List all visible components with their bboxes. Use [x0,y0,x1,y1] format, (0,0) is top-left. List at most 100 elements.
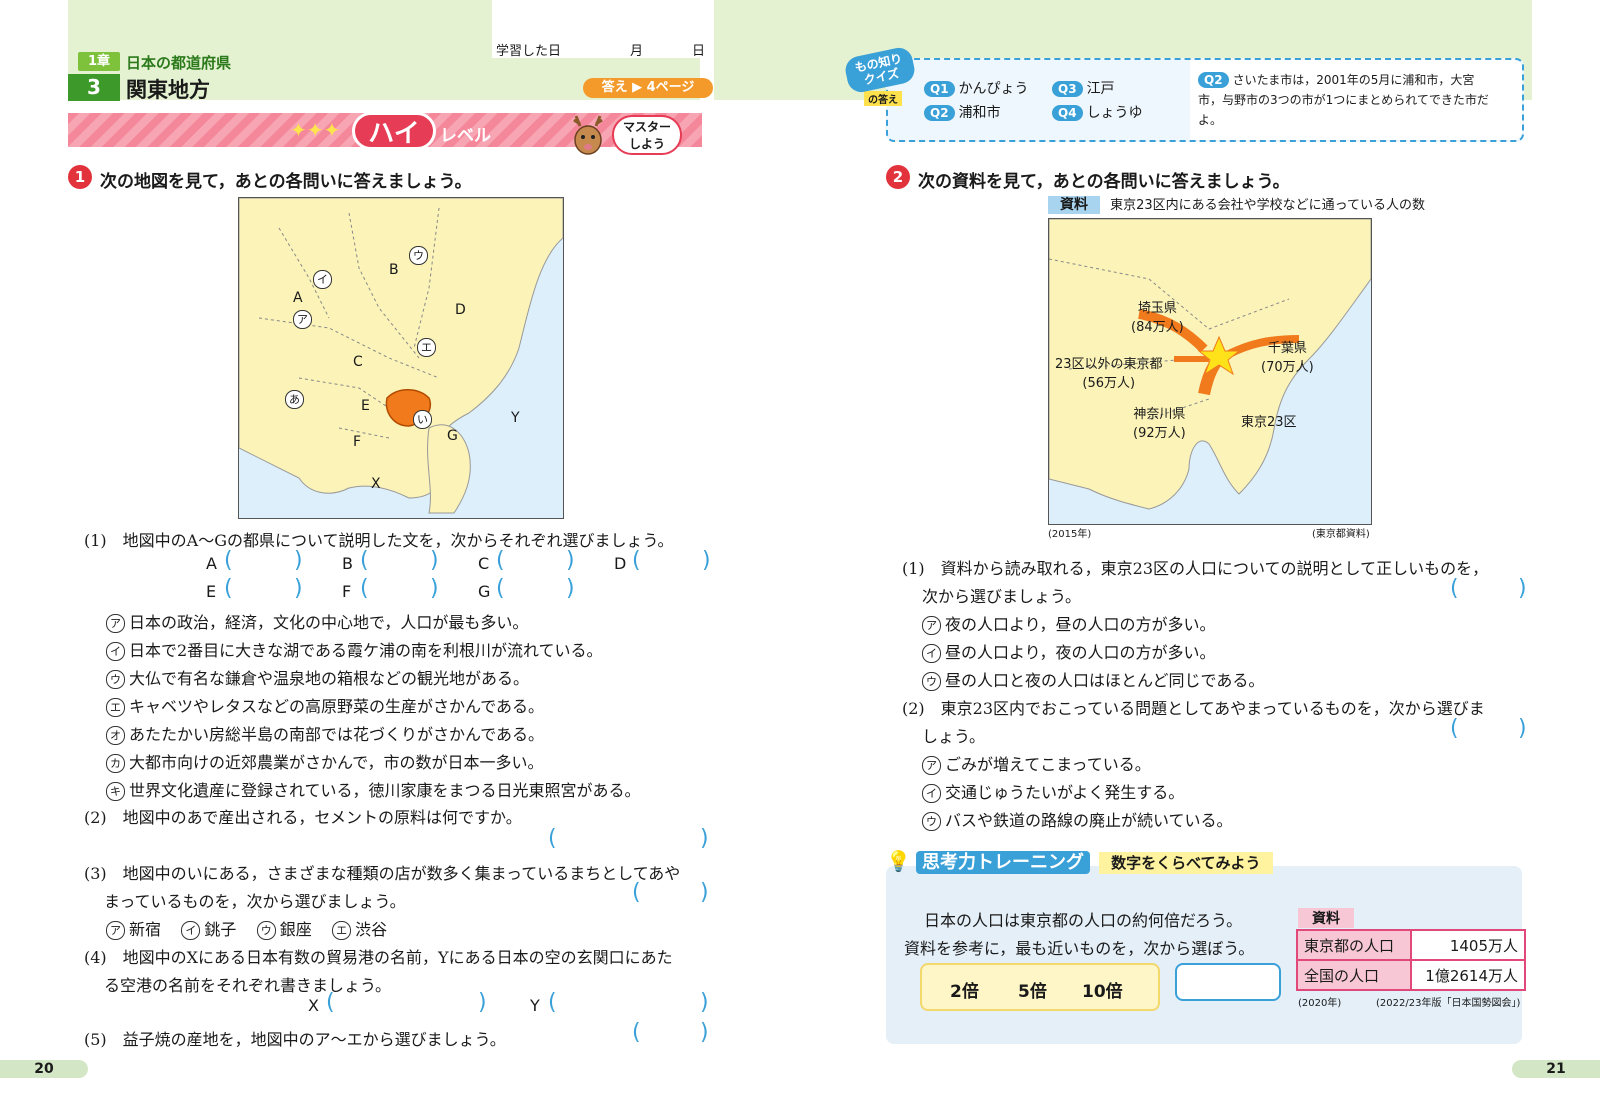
badge-line3: の答え [864,91,902,106]
quiz-badge-label: もの知り クイズ [843,45,917,95]
thinking-answer-field[interactable] [1175,963,1281,1001]
slot-b-close: ) [430,548,439,573]
option-text: バスや鉄道の路線の廃止が続いている。 [945,811,1233,830]
option-mark: カ [106,754,125,773]
slot-f-open[interactable]: ( [360,576,369,601]
slot-d-close: ) [702,548,711,573]
explain-line1: さいたま市は，2001年の5月に浦和市，大宮 [1232,73,1475,87]
slot-g-label: G [478,582,491,601]
table-cell-label: 全国の人口 [1296,959,1412,991]
master-speech-bubble: マスター しよう [612,115,682,155]
q2-sub1-line2: 次から選びましょう。 [922,587,1082,606]
sub4-y-close: ) [700,990,709,1015]
sub2-answer-close: ) [700,826,709,851]
question-1-number: 1 [68,165,92,189]
explain-line2: 市，与野市の3つの市が1つにまとめられてできた市だ [1198,93,1489,107]
q2-sub2-option: ウバスや鉄道の路線の廃止が続いている。 [922,807,1233,831]
option-text: 新宿 [129,920,162,939]
sub4-x-open[interactable]: ( [326,990,335,1015]
chapter-badge: 1章 [78,52,120,71]
population-table: 東京都の人口 1405万人 全国の人口 1億2614万人 [1296,929,1526,991]
option-mark: イ [106,642,125,661]
quiz-answer-q3: Q3 江戸 [1052,78,1115,98]
thinking-subtitle: 数字をくらべてみよう [1099,852,1273,874]
option-mark: ウ [106,670,125,689]
choice-2x[interactable]: 2倍 [950,977,979,1002]
q2-sub1-option: ア夜の人口より，昼の人口の方が多い。 [922,611,1216,635]
option-text: 銀座 [279,920,312,939]
option-mark: ア [106,921,125,940]
saitama-count: (84万人) [1131,320,1184,335]
option-text: キャベツやレタスなどの高原野菜の生産がさかんである。 [129,697,545,716]
sub2-answer-open[interactable]: ( [548,826,557,851]
map-label-e: E [361,398,370,414]
master-line1: マスター [622,120,671,134]
sub5-answer-close: ) [700,1020,709,1045]
study-date-box: 学習した日 月 日 [492,0,714,59]
option-text: 大仏で有名な鎌倉や温泉地の箱根などの観光地がある。 [129,669,530,688]
option-mark: ウ [922,812,941,831]
map-marker-u: ウ [409,246,428,265]
option-mark: ア [106,614,125,633]
sub4-y-label: Y [530,996,540,1015]
q1-option: イ日本で2番目に大きな湖である霞ケ浦の南を利根川が流れている。 [106,637,603,661]
kanto-map: A B C D E F G X Y ア イ ウ エ あ い [238,197,564,519]
sub5-answer-open[interactable]: ( [632,1020,641,1045]
option-text: 日本の政治，経済，文化の中心地で，人口が最も多い。 [129,613,529,632]
quiz-answer-box: Q1 かんぴょう Q3 江戸 Q2 浦和市 Q4 しょうゆ Q2 さいたま市は，2001年… [886,58,1524,142]
q1-option: ア日本の政治，経済，文化の中心地で，人口が最も多い。 [106,609,528,633]
q1-sub1: (1) 地図中のA～Gの都県について説明した文を，次からそれぞれ選びましょう。 [84,531,674,550]
slot-e-close: ) [294,576,303,601]
thinking-header: 💡 思考力トレーニング 数字をくらべてみよう [886,848,1273,874]
slot-c-open[interactable]: ( [496,548,505,573]
deer-mascot-icon [573,115,603,155]
sub3-answer-open[interactable]: ( [632,880,641,905]
table-cell-value: 1405万人 [1410,929,1526,961]
map-label-y: Y [511,410,520,426]
q1-option: オあたたかい房総半島の南部では花づくりがさかんである。 [106,721,544,745]
q1-sub2: (2) 地図中のあで産出される，セメントの原料は何ですか。 [84,808,522,827]
quiz-q-pill: Q2 [924,105,955,121]
q2-sub1-line1: (1) 資料から読み取れる，東京23区の人口についての説明として正しいものを， [902,559,1489,578]
question-2-instruction: 次の資料を見て，あとの各問いに答えましょう。 [918,172,1290,192]
choice-5x[interactable]: 5倍 [1018,977,1047,1002]
sub3-answer-close: ) [700,880,709,905]
level-label: レベル [440,126,491,146]
label-tokyo-other: 23区以外の東京都 (56万人) [1055,353,1163,391]
map-marker-e: エ [417,338,436,357]
option-mark: ウ [922,672,941,691]
map-label-g: G [447,428,458,444]
shiryo-header: 資料 東京23区内にある会社や学校などに通っている人の数 [1048,194,1425,214]
kanto-map-graphic [239,198,563,514]
quiz-answer-text: 江戸 [1086,81,1115,97]
slot-b-open[interactable]: ( [360,548,369,573]
page-number-right: 21 [1512,1060,1600,1078]
slot-g-open[interactable]: ( [496,576,505,601]
q1-option: ウ大仏で有名な鎌倉や温泉地の箱根などの観光地がある。 [106,665,529,689]
slot-e-open[interactable]: ( [224,576,233,601]
option-text: ごみが増えてこまっている。 [945,755,1151,774]
map2-year-note: (2015年) [1048,529,1092,540]
q2-sub2-option: アごみが増えてこまっている。 [922,751,1151,775]
question-1-instruction: 次の地図を見て，あとの各問いに答えましょう。 [100,172,472,192]
label-kanagawa: 神奈川県 (92万人) [1133,403,1186,441]
option-mark: キ [106,782,125,801]
q2-sub2-answer-open[interactable]: ( [1450,716,1459,741]
q1-sub3-options: ア新宿 イ銚子 ウ銀座 エ渋谷 [106,916,387,940]
chiba-name: 千葉県 [1267,341,1307,356]
map-label-d: D [455,302,466,318]
answer-page-link[interactable]: 答え ▶ 4ページ [583,78,713,98]
option-text: 交通じゅうたいがよく発生する。 [945,783,1185,802]
sparkle-icon: ✦✦✦ [290,118,341,142]
table-cell-value: 1億2614万人 [1410,959,1526,991]
map-marker-i: イ [313,270,332,289]
option-text: 大都市向けの近郊農業がさかんで，市の数が日本一多い。 [129,753,544,772]
sub4-y-open[interactable]: ( [548,990,557,1015]
q2-sub1-answer-close: ) [1518,576,1527,601]
q2-sub1-option: ウ昼の人口と夜の人口はほとんど同じである。 [922,667,1264,691]
q2-sub1-answer-open[interactable]: ( [1450,576,1459,601]
slot-a-open[interactable]: ( [224,548,233,573]
slot-d-open[interactable]: ( [632,548,641,573]
page-number-left: 20 [0,1060,88,1078]
choice-10x[interactable]: 10倍 [1082,977,1123,1002]
